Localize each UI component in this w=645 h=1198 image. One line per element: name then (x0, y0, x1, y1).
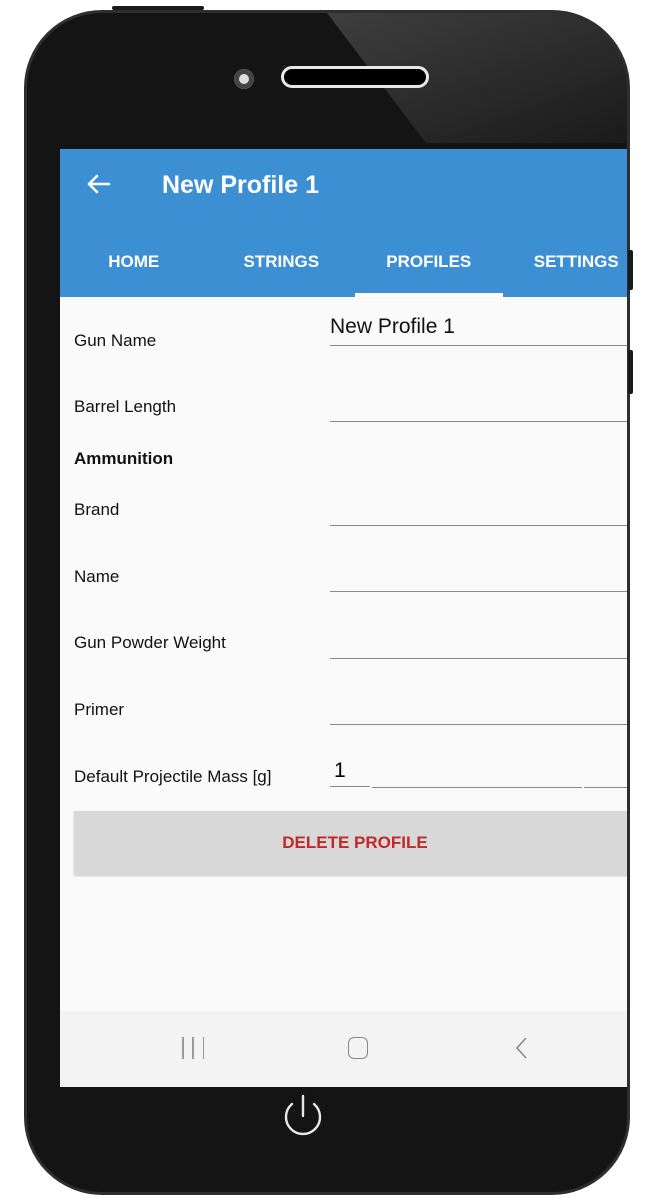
app-bar: New Profile 1 HOME STRINGS PROFILES SETT… (60, 149, 628, 297)
tab-profiles[interactable]: PROFILES (355, 241, 503, 297)
powder-weight-label: Gun Powder Weight (74, 633, 226, 652)
gun-name-input[interactable]: New Profile 1 (330, 311, 627, 346)
ammunition-heading: Ammunition (74, 449, 174, 468)
ammo-name-label: Name (74, 567, 120, 586)
recent-apps-icon[interactable] (182, 1037, 204, 1059)
top-button (112, 6, 204, 10)
page-title: New Profile 1 (162, 171, 319, 199)
barrel-length-label: Barrel Length (74, 397, 177, 416)
back-chevron-icon[interactable] (512, 1033, 532, 1063)
tab-settings[interactable]: SETTINGS (503, 241, 628, 297)
primer-input[interactable] (330, 690, 627, 725)
side-button (628, 350, 633, 394)
brand-input[interactable] (330, 491, 627, 526)
brand-label: Brand (74, 500, 120, 519)
delete-profile-button[interactable]: DELETE PROFILE (74, 811, 627, 875)
arrow-left-icon[interactable] (84, 169, 114, 199)
power-icon[interactable] (278, 1090, 328, 1142)
tab-home[interactable]: HOME (60, 241, 208, 297)
tab-bar: HOME STRINGS PROFILES SETTINGS (60, 241, 628, 297)
barrel-length-input[interactable] (330, 387, 627, 422)
tab-strings[interactable]: STRINGS (208, 241, 356, 297)
powder-weight-input[interactable] (330, 624, 627, 659)
projectile-mass-underline (372, 757, 582, 788)
projectile-mass-label: Default Projectile Mass [g] (74, 767, 272, 786)
primer-label: Primer (74, 700, 125, 719)
gun-name-label: Gun Name (74, 331, 157, 350)
system-nav-bar (60, 1011, 627, 1087)
phone-frame: New Profile 1 HOME STRINGS PROFILES SETT… (24, 10, 630, 1195)
app-screen: New Profile 1 HOME STRINGS PROFILES SETT… (60, 149, 628, 1087)
projectile-mass-underline-end (584, 757, 627, 788)
projectile-mass-input[interactable]: 1 (330, 757, 370, 787)
ammo-name-input[interactable] (330, 557, 627, 592)
earpiece-speaker (281, 66, 429, 88)
home-icon[interactable] (348, 1037, 368, 1059)
volume-button (628, 250, 633, 290)
front-camera (234, 69, 254, 89)
